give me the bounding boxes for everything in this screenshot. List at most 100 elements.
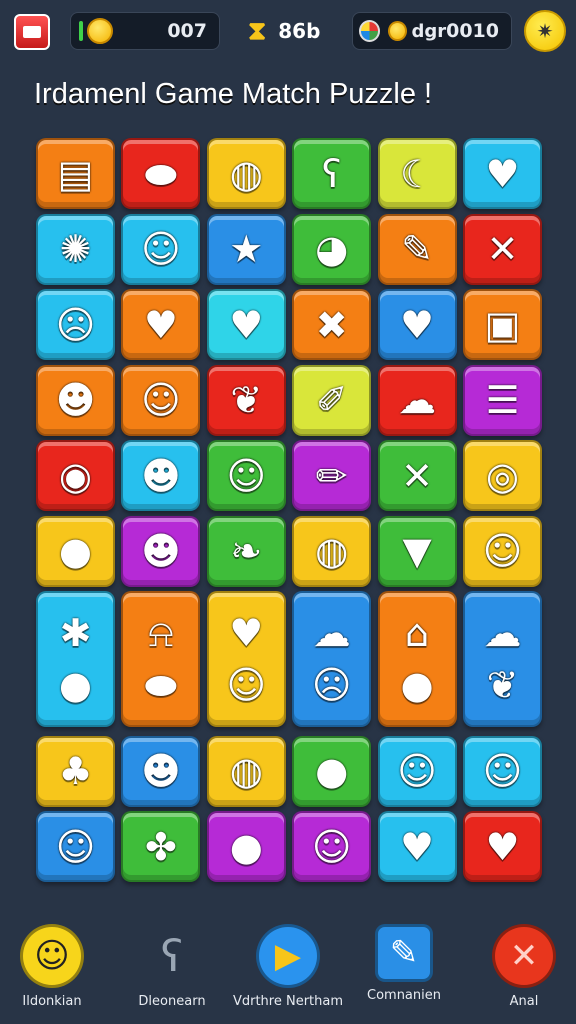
tile[interactable]: ☺ — [206, 440, 286, 511]
clover-icon: ♣ — [58, 749, 93, 793]
smiley-icon: ☺ — [482, 529, 523, 573]
bread-icon: ⬬ — [144, 151, 178, 196]
mushroom-nav-button[interactable]: ✎ Comnanien — [349, 924, 459, 1003]
tile[interactable]: ♥ — [463, 138, 542, 209]
tile[interactable]: ☻ — [121, 735, 201, 807]
devil-icon: ☹ — [311, 663, 352, 707]
tile[interactable]: ✤ — [121, 811, 201, 882]
tile[interactable]: ♥ — [463, 811, 542, 882]
tile[interactable]: ♣ — [36, 735, 115, 807]
tile[interactable]: ☁ ☹ — [292, 591, 372, 727]
tile[interactable]: ◍ — [206, 735, 286, 807]
tile[interactable]: ⍾ ⬬ — [121, 591, 201, 727]
crossed-sticks-icon: ✕ — [401, 453, 434, 498]
tile[interactable]: ✕ — [463, 213, 542, 285]
rocket-icon: ✐ — [315, 378, 348, 422]
green-bar-icon — [79, 21, 83, 41]
tile[interactable]: ☺ — [463, 735, 542, 807]
tile[interactable]: ♥ — [206, 289, 286, 360]
egg-icon: ● — [58, 663, 93, 707]
tile[interactable]: ◕ — [292, 213, 372, 285]
tile[interactable]: ◍ — [292, 515, 372, 587]
tile[interactable]: ʕ — [292, 138, 372, 209]
tile[interactable]: ▼ — [377, 515, 457, 587]
settings-button[interactable]: ✷ — [524, 10, 566, 52]
tile[interactable]: ☺ — [36, 811, 115, 882]
face-icon: ☺ — [226, 453, 267, 498]
tile[interactable]: ♥ — [377, 811, 457, 882]
nav-button-label: Ildonkian — [22, 994, 82, 1009]
fish-icon: ● — [229, 824, 263, 869]
strawberry-icon: ♥ — [485, 824, 520, 869]
face-icon: ☺ — [141, 378, 181, 422]
tile[interactable]: ✕ — [377, 440, 457, 511]
coins-value: 007 — [167, 20, 207, 42]
lives-value: 0010 — [446, 20, 499, 42]
radish-icon: ♥ — [400, 824, 435, 869]
tile[interactable]: ☁ ❦ — [463, 591, 542, 727]
tile[interactable]: ◎ — [463, 440, 542, 511]
tile[interactable]: ✐ — [292, 364, 372, 436]
leaf-icon: ❧ — [230, 529, 263, 573]
tile[interactable]: ✎ — [377, 213, 457, 285]
tile[interactable]: ✺ — [36, 213, 115, 285]
tile[interactable]: ☾ — [377, 138, 457, 209]
tile[interactable]: ☁ — [377, 364, 457, 436]
tile[interactable]: ☻ — [121, 515, 201, 587]
tile[interactable]: ♥ — [121, 289, 201, 360]
fries-icon: ✱ — [59, 611, 92, 655]
mushroom-icon: ✎ — [375, 924, 433, 982]
tile[interactable]: ☻ — [121, 440, 201, 511]
tile[interactable]: ✖ — [292, 289, 372, 360]
tile[interactable]: ⌂ ● — [377, 591, 457, 727]
tile[interactable]: ● — [206, 811, 286, 882]
banana-icon: ☾ — [400, 151, 435, 196]
frog-icon: ☻ — [55, 378, 96, 422]
close-nav-button[interactable]: ✕ Anal — [469, 924, 576, 1009]
frog-icon: ☻ — [141, 453, 181, 498]
tile[interactable]: ✏ — [292, 440, 372, 511]
cake-icon: ☰ — [485, 378, 520, 422]
leaf-icon: ✤ — [144, 824, 177, 869]
tile[interactable]: ✱ ● — [36, 591, 115, 727]
tile[interactable]: ❦ — [206, 364, 286, 436]
tile[interactable]: ☺ — [377, 735, 457, 807]
tile[interactable]: ❧ — [206, 515, 286, 587]
tile[interactable]: ♥ ☺ — [206, 591, 286, 727]
tile[interactable]: ☻ — [36, 364, 115, 436]
play-nav-button[interactable]: ▶ Vdrthre Nertham — [233, 924, 343, 1009]
leaf-icon: ❦ — [230, 378, 263, 422]
tile[interactable]: ☺ — [292, 811, 372, 882]
app-icon[interactable] — [14, 14, 50, 50]
tile[interactable]: ★ — [206, 213, 286, 285]
tile[interactable]: ▤ — [36, 138, 115, 209]
cat-nav-button[interactable]: ʕ Dleonearn — [117, 924, 227, 1010]
tile[interactable]: ● — [292, 735, 372, 807]
smiley-nav-button[interactable]: ☺ Ildonkian — [0, 924, 107, 1009]
tile[interactable]: ▣ — [463, 289, 542, 360]
tile[interactable]: ● — [36, 515, 115, 587]
tile[interactable]: ☰ — [463, 364, 542, 436]
cat-icon: ♥ — [229, 611, 264, 655]
crossed-sticks-icon: ✖ — [315, 302, 348, 347]
tile[interactable]: ♥ — [377, 289, 457, 360]
tile[interactable]: ◍ — [206, 138, 286, 209]
seed-icon: ◍ — [315, 529, 349, 573]
smiley-bear-icon: ☺ — [141, 227, 181, 271]
tile[interactable]: ☺ — [463, 515, 542, 587]
tile[interactable]: ⬬ — [121, 138, 201, 209]
star-icon: ★ — [229, 227, 264, 271]
crossed-sticks-icon: ✕ — [486, 227, 519, 271]
tile[interactable]: ☺ — [121, 213, 201, 285]
close-icon: ✕ — [492, 924, 556, 988]
tile[interactable]: ◉ — [36, 440, 115, 511]
cat-icon: ʕ — [160, 930, 184, 982]
jelly-icon: ⌂ — [405, 611, 430, 655]
tile[interactable]: ☺ — [121, 364, 201, 436]
tile[interactable]: ☹ — [36, 289, 115, 360]
ghost-icon: ☺ — [397, 749, 437, 793]
nav-button-label: Comnanien — [367, 988, 441, 1003]
ice-cream-icon: ✎ — [401, 227, 434, 271]
kitten-icon: ☺ — [226, 663, 267, 707]
smiley-icon: ☺ — [311, 824, 352, 869]
